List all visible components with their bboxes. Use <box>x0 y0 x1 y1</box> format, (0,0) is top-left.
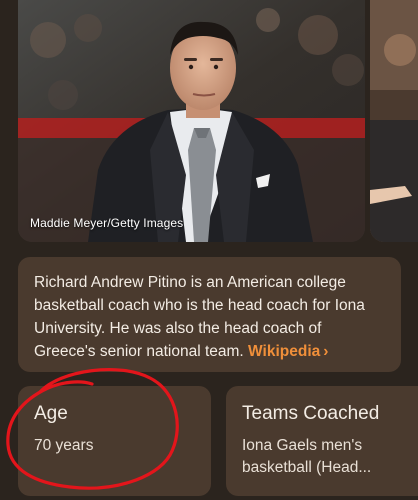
age-title: Age <box>34 403 68 424</box>
next-photo-thumbnail[interactable] <box>370 0 418 242</box>
teams-coached-value: Iona Gaels men's basketball (Head... <box>242 437 372 476</box>
wikipedia-link-label: Wikipedia <box>248 343 321 360</box>
age-value: 70 years <box>34 437 94 454</box>
description-card: Richard Andrew Pitino is an American col… <box>18 257 401 372</box>
coach-photo-illustration <box>18 0 365 242</box>
description-text: Richard Andrew Pitino is an American col… <box>34 271 385 363</box>
age-card[interactable]: Age 70 years <box>18 386 211 496</box>
wikipedia-link[interactable]: Wikipedia › <box>248 343 328 360</box>
next-photo-illustration <box>370 0 418 242</box>
coach-photo[interactable]: Maddie Meyer/Getty Images <box>18 0 365 242</box>
teams-coached-title: Teams Coached <box>242 403 380 424</box>
image-carousel[interactable]: Maddie Meyer/Getty Images <box>0 0 418 244</box>
photo-credit: Maddie Meyer/Getty Images <box>30 216 184 230</box>
teams-coached-card[interactable]: Teams Coached Iona Gaels men's basketbal… <box>226 386 418 496</box>
knowledge-panel: Maddie Meyer/Getty Images Richard Andrew… <box>0 0 418 500</box>
chevron-right-icon: › <box>323 343 329 360</box>
